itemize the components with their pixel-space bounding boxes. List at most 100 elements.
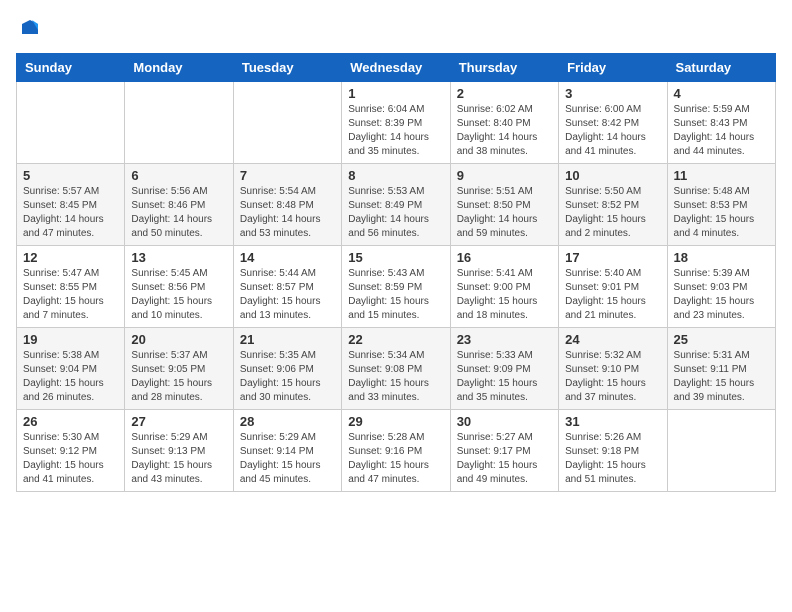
- day-number: 31: [565, 414, 660, 429]
- day-detail: Sunrise: 5:41 AM Sunset: 9:00 PM Dayligh…: [457, 267, 552, 323]
- calendar-cell: 16 Sunrise: 5:41 AM Sunset: 9:00 PM Dayli…: [450, 245, 558, 327]
- day-detail: Sunrise: 5:32 AM Sunset: 9:10 PM Dayligh…: [565, 349, 660, 405]
- day-detail: Sunrise: 5:29 AM Sunset: 9:14 PM Dayligh…: [240, 431, 335, 487]
- day-detail: Sunrise: 5:28 AM Sunset: 9:16 PM Dayligh…: [348, 431, 443, 487]
- day-number: 9: [457, 168, 552, 183]
- calendar-cell: 8 Sunrise: 5:53 AM Sunset: 8:49 PM Daylig…: [342, 163, 450, 245]
- calendar-cell: 2 Sunrise: 6:02 AM Sunset: 8:40 PM Daylig…: [450, 81, 558, 163]
- day-detail: Sunrise: 5:54 AM Sunset: 8:48 PM Dayligh…: [240, 185, 335, 241]
- day-detail: Sunrise: 5:51 AM Sunset: 8:50 PM Dayligh…: [457, 185, 552, 241]
- day-detail: Sunrise: 5:59 AM Sunset: 8:43 PM Dayligh…: [674, 103, 769, 159]
- calendar-cell: 26 Sunrise: 5:30 AM Sunset: 9:12 PM Dayli…: [17, 409, 125, 491]
- weekday-header-monday: Monday: [125, 53, 233, 81]
- day-detail: Sunrise: 5:43 AM Sunset: 8:59 PM Dayligh…: [348, 267, 443, 323]
- day-number: 11: [674, 168, 769, 183]
- day-detail: Sunrise: 5:40 AM Sunset: 9:01 PM Dayligh…: [565, 267, 660, 323]
- calendar-cell: 17 Sunrise: 5:40 AM Sunset: 9:01 PM Dayli…: [559, 245, 667, 327]
- calendar-cell: 22 Sunrise: 5:34 AM Sunset: 9:08 PM Dayli…: [342, 327, 450, 409]
- day-number: 17: [565, 250, 660, 265]
- day-detail: Sunrise: 5:31 AM Sunset: 9:11 PM Dayligh…: [674, 349, 769, 405]
- day-detail: Sunrise: 5:33 AM Sunset: 9:09 PM Dayligh…: [457, 349, 552, 405]
- calendar-cell: [233, 81, 341, 163]
- calendar-cell: 4Sunrise: 5:59 AM Sunset: 8:43 PM Daylig…: [667, 81, 775, 163]
- day-number: 14: [240, 250, 335, 265]
- day-number: 16: [457, 250, 552, 265]
- calendar-cell: [667, 409, 775, 491]
- day-detail: Sunrise: 6:04 AM Sunset: 8:39 PM Dayligh…: [348, 103, 443, 159]
- day-detail: Sunrise: 5:34 AM Sunset: 9:08 PM Dayligh…: [348, 349, 443, 405]
- calendar-body: 1 Sunrise: 6:04 AM Sunset: 8:39 PM Daylig…: [17, 81, 776, 491]
- calendar-cell: 27 Sunrise: 5:29 AM Sunset: 9:13 PM Dayli…: [125, 409, 233, 491]
- day-number: 19: [23, 332, 118, 347]
- day-number: 28: [240, 414, 335, 429]
- day-number: 18: [674, 250, 769, 265]
- day-detail: Sunrise: 5:45 AM Sunset: 8:56 PM Dayligh…: [131, 267, 226, 323]
- day-detail: Sunrise: 5:56 AM Sunset: 8:46 PM Dayligh…: [131, 185, 226, 241]
- calendar-cell: 28 Sunrise: 5:29 AM Sunset: 9:14 PM Dayli…: [233, 409, 341, 491]
- weekday-header-tuesday: Tuesday: [233, 53, 341, 81]
- day-detail: Sunrise: 5:53 AM Sunset: 8:49 PM Dayligh…: [348, 185, 443, 241]
- calendar-cell: 19 Sunrise: 5:38 AM Sunset: 9:04 PM Dayli…: [17, 327, 125, 409]
- calendar-cell: 6 Sunrise: 5:56 AM Sunset: 8:46 PM Daylig…: [125, 163, 233, 245]
- calendar-cell: 13 Sunrise: 5:45 AM Sunset: 8:56 PM Dayli…: [125, 245, 233, 327]
- calendar-cell: 9 Sunrise: 5:51 AM Sunset: 8:50 PM Daylig…: [450, 163, 558, 245]
- calendar-cell: 24 Sunrise: 5:32 AM Sunset: 9:10 PM Dayli…: [559, 327, 667, 409]
- calendar-cell: 25 Sunrise: 5:31 AM Sunset: 9:11 PM Dayli…: [667, 327, 775, 409]
- day-number: 10: [565, 168, 660, 183]
- calendar-cell: 23Sunrise: 5:33 AM Sunset: 9:09 PM Dayli…: [450, 327, 558, 409]
- day-number: 20: [131, 332, 226, 347]
- calendar-cell: 18 Sunrise: 5:39 AM Sunset: 9:03 PM Dayli…: [667, 245, 775, 327]
- day-number: 21: [240, 332, 335, 347]
- day-number: 24: [565, 332, 660, 347]
- calendar-table: SundayMondayTuesdayWednesdayThursdayFrid…: [16, 53, 776, 492]
- calendar-cell: 31 Sunrise: 5:26 AM Sunset: 9:18 PM Dayli…: [559, 409, 667, 491]
- calendar-cell: [17, 81, 125, 163]
- calendar-cell: [125, 81, 233, 163]
- calendar-cell: 14Sunrise: 5:44 AM Sunset: 8:57 PM Dayli…: [233, 245, 341, 327]
- day-detail: Sunrise: 6:02 AM Sunset: 8:40 PM Dayligh…: [457, 103, 552, 159]
- weekday-header-thursday: Thursday: [450, 53, 558, 81]
- weekday-header-wednesday: Wednesday: [342, 53, 450, 81]
- calendar-cell: 20 Sunrise: 5:37 AM Sunset: 9:05 PM Dayli…: [125, 327, 233, 409]
- header-row: SundayMondayTuesdayWednesdayThursdayFrid…: [17, 53, 776, 81]
- day-number: 29: [348, 414, 443, 429]
- day-number: 1: [348, 86, 443, 101]
- logo: [16, 16, 42, 45]
- calendar-cell: 3 Sunrise: 6:00 AM Sunset: 8:42 PM Daylig…: [559, 81, 667, 163]
- day-detail: Sunrise: 5:26 AM Sunset: 9:18 PM Dayligh…: [565, 431, 660, 487]
- week-row-3: 12 Sunrise: 5:47 AM Sunset: 8:55 PM Dayli…: [17, 245, 776, 327]
- calendar-cell: 5 Sunrise: 5:57 AM Sunset: 8:45 PM Daylig…: [17, 163, 125, 245]
- day-number: 8: [348, 168, 443, 183]
- day-number: 6: [131, 168, 226, 183]
- weekday-header-friday: Friday: [559, 53, 667, 81]
- day-number: 22: [348, 332, 443, 347]
- calendar-cell: 12 Sunrise: 5:47 AM Sunset: 8:55 PM Dayli…: [17, 245, 125, 327]
- calendar-header: SundayMondayTuesdayWednesdayThursdayFrid…: [17, 53, 776, 81]
- day-number: 30: [457, 414, 552, 429]
- day-number: 26: [23, 414, 118, 429]
- day-detail: Sunrise: 5:30 AM Sunset: 9:12 PM Dayligh…: [23, 431, 118, 487]
- calendar-cell: 29 Sunrise: 5:28 AM Sunset: 9:16 PM Dayli…: [342, 409, 450, 491]
- day-number: 5: [23, 168, 118, 183]
- day-detail: Sunrise: 5:57 AM Sunset: 8:45 PM Dayligh…: [23, 185, 118, 241]
- calendar-cell: 1 Sunrise: 6:04 AM Sunset: 8:39 PM Daylig…: [342, 81, 450, 163]
- day-detail: Sunrise: 5:38 AM Sunset: 9:04 PM Dayligh…: [23, 349, 118, 405]
- day-detail: Sunrise: 5:27 AM Sunset: 9:17 PM Dayligh…: [457, 431, 552, 487]
- day-detail: Sunrise: 5:35 AM Sunset: 9:06 PM Dayligh…: [240, 349, 335, 405]
- day-detail: Sunrise: 6:00 AM Sunset: 8:42 PM Dayligh…: [565, 103, 660, 159]
- day-number: 27: [131, 414, 226, 429]
- day-number: 2: [457, 86, 552, 101]
- day-detail: Sunrise: 5:48 AM Sunset: 8:53 PM Dayligh…: [674, 185, 769, 241]
- day-number: 12: [23, 250, 118, 265]
- calendar-cell: 11 Sunrise: 5:48 AM Sunset: 8:53 PM Dayli…: [667, 163, 775, 245]
- day-detail: Sunrise: 5:47 AM Sunset: 8:55 PM Dayligh…: [23, 267, 118, 323]
- logo-icon: [18, 16, 42, 40]
- day-number: 25: [674, 332, 769, 347]
- calendar-cell: 21 Sunrise: 5:35 AM Sunset: 9:06 PM Dayli…: [233, 327, 341, 409]
- day-detail: Sunrise: 5:29 AM Sunset: 9:13 PM Dayligh…: [131, 431, 226, 487]
- day-number: 15: [348, 250, 443, 265]
- day-number: 3: [565, 86, 660, 101]
- day-detail: Sunrise: 5:39 AM Sunset: 9:03 PM Dayligh…: [674, 267, 769, 323]
- day-number: 13: [131, 250, 226, 265]
- day-detail: Sunrise: 5:37 AM Sunset: 9:05 PM Dayligh…: [131, 349, 226, 405]
